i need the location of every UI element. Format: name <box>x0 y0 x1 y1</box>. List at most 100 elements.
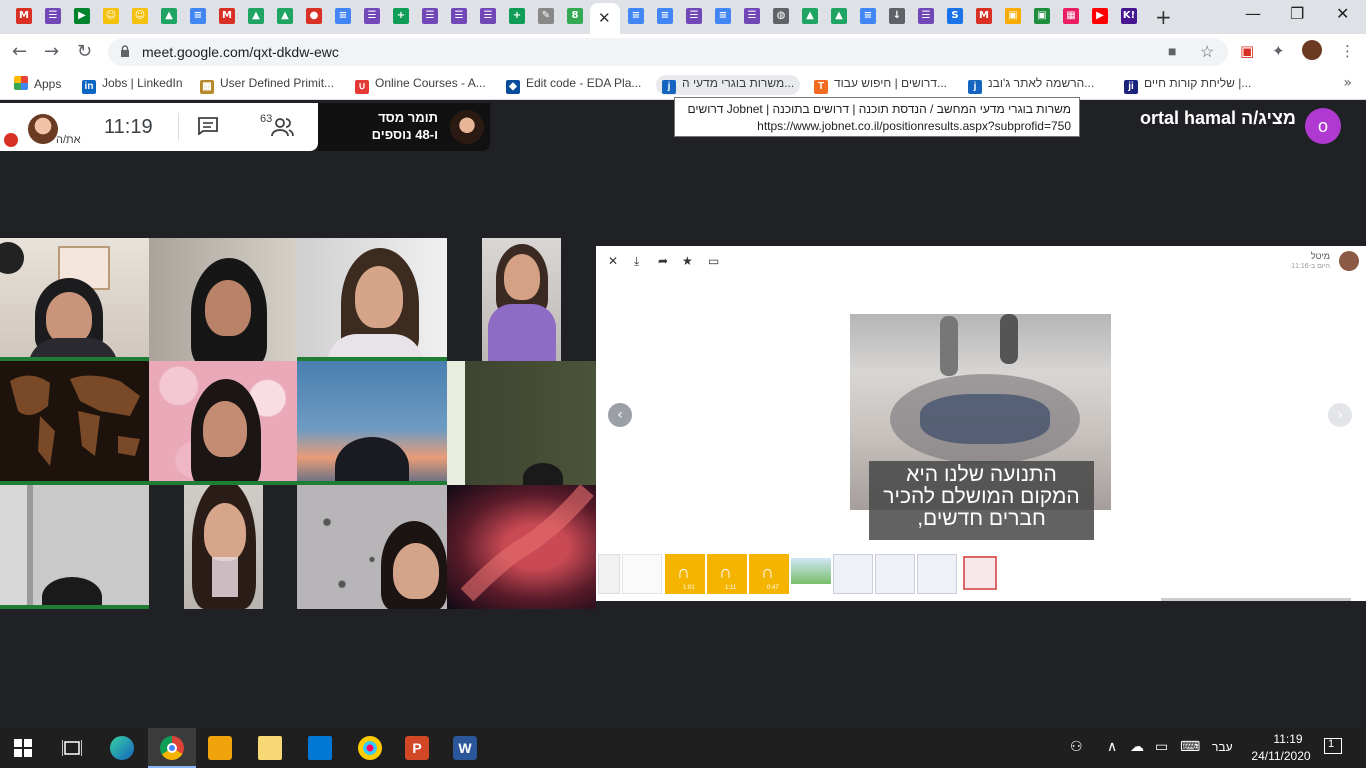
close-tab-icon[interactable]: ✕ <box>598 9 611 27</box>
people-icon[interactable] <box>270 117 294 137</box>
participant-video[interactable] <box>297 361 447 485</box>
drive-icon[interactable]: ▲ <box>831 8 847 24</box>
participant-video[interactable] <box>447 361 596 485</box>
sheets-icon[interactable]: + <box>393 8 409 24</box>
notifications-icon[interactable]: 1 <box>1324 738 1342 754</box>
participant-video[interactable] <box>149 485 297 609</box>
sheets-icon[interactable]: + <box>509 8 525 24</box>
participant-video[interactable] <box>447 238 596 361</box>
chat-icon[interactable] <box>198 117 218 135</box>
bookmark-user-defined[interactable]: ▦ User Defined Primit... <box>200 76 334 94</box>
gmail-icon[interactable]: M <box>16 8 32 24</box>
forms-icon[interactable]: ☰ <box>918 8 934 24</box>
chrome-taskbar-button[interactable] <box>148 728 196 768</box>
previous-arrow-icon[interactable]: ‹ <box>608 403 632 427</box>
emoji-icon[interactable]: ☺ <box>132 8 148 24</box>
back-button[interactable]: ← <box>12 41 27 62</box>
drive-icon[interactable]: ▲ <box>277 8 293 24</box>
bookmark-eda[interactable]: ◆ Edit code - EDA Pla... <box>506 76 641 94</box>
profile-avatar[interactable] <box>1302 40 1322 60</box>
counter-icon[interactable]: 8 <box>567 8 583 24</box>
mail-icon[interactable] <box>308 736 332 760</box>
forward-button[interactable]: → <box>44 41 59 62</box>
restore-icon[interactable]: ❐ <box>1290 4 1304 23</box>
bookmark-jobnet-register[interactable]: j הרשמה לאתר ג'ובנ... <box>968 76 1094 94</box>
bookmark-star-icon[interactable]: ☆ <box>1200 42 1214 62</box>
star-icon[interactable]: ★ <box>682 254 693 268</box>
notepad-icon[interactable]: ✎ <box>538 8 554 24</box>
taskbar-clock[interactable]: 11:19 <box>1258 732 1318 746</box>
audio-thumb[interactable]: ∩ 0:47 <box>749 554 789 594</box>
landscape-thumb[interactable] <box>791 558 831 584</box>
docs-icon[interactable]: ≡ <box>628 8 644 24</box>
bookmark-cv[interactable]: ji שליחת קורות חיים |... <box>1124 76 1251 94</box>
youtube-icon[interactable]: ▶ <box>1092 8 1108 24</box>
scrollbar[interactable] <box>1161 598 1351 601</box>
participant-video[interactable] <box>149 238 297 361</box>
participant-video[interactable] <box>297 238 447 361</box>
photo-icon[interactable]: ▦ <box>1063 8 1079 24</box>
bookmark-linkedin[interactable]: in Jobs | LinkedIn <box>82 76 183 94</box>
comment-icon[interactable]: ▭ <box>708 254 719 268</box>
bookmarks-overflow-icon[interactable]: » <box>1343 75 1352 91</box>
language-indicator[interactable]: עבר <box>1212 740 1233 754</box>
audio-thumb[interactable]: ∩ 1:01 <box>665 554 705 594</box>
taskbar-date[interactable]: 24/11/2020 <box>1246 749 1316 763</box>
edge-icon[interactable] <box>110 736 134 760</box>
bookmark-online-courses[interactable]: ∪ Online Courses - A... <box>355 76 486 94</box>
bookmark-apps[interactable]: Apps <box>14 76 61 91</box>
classroom-icon[interactable]: ▣ <box>1005 8 1021 24</box>
bookmark-drushim[interactable]: T דרושים | חיפוש עבוד... <box>814 76 947 94</box>
certificate-thumb[interactable] <box>963 556 997 590</box>
doc-thumb[interactable] <box>622 554 662 594</box>
reload-button[interactable]: ↻ <box>77 41 92 62</box>
docs-icon[interactable]: ≡ <box>715 8 731 24</box>
active-tab[interactable]: ✕ <box>590 3 620 34</box>
screenshot-thumb[interactable] <box>833 554 873 594</box>
screenshot-thumb[interactable] <box>875 554 915 594</box>
minimize-icon[interactable]: — <box>1245 4 1261 23</box>
forms-icon[interactable]: ☰ <box>422 8 438 24</box>
onedrive-icon[interactable]: ☁ <box>1130 739 1144 755</box>
gmail-icon[interactable]: M <box>219 8 235 24</box>
new-tab-button[interactable]: + <box>1155 5 1172 29</box>
participant-video[interactable] <box>149 361 297 485</box>
camera-icon[interactable]: ■ <box>1168 43 1176 59</box>
meet-icon[interactable]: ▶ <box>74 8 90 24</box>
download-icon[interactable]: ↓ <box>889 8 905 24</box>
powerpoint-icon[interactable]: P <box>405 736 429 760</box>
record-icon[interactable]: ● <box>306 8 322 24</box>
drive-icon[interactable]: ▲ <box>802 8 818 24</box>
share-icon[interactable]: ➦ <box>658 254 668 268</box>
classroom-icon[interactable]: ▣ <box>1034 8 1050 24</box>
participant-video[interactable] <box>447 485 596 609</box>
next-arrow-icon[interactable]: › <box>1328 403 1352 427</box>
participant-video[interactable] <box>297 485 447 609</box>
forms-icon[interactable]: ☰ <box>480 8 496 24</box>
download-icon[interactable]: ⤓ <box>634 254 639 269</box>
docs-icon[interactable]: ≡ <box>335 8 351 24</box>
forms-icon[interactable]: ☰ <box>744 8 760 24</box>
extensions-puzzle-icon[interactable]: ✦ <box>1272 42 1285 60</box>
bookmark-jobnet[interactable]: j משרות בוגרי מדעי ה... <box>656 75 801 95</box>
gmail-icon[interactable]: M <box>976 8 992 24</box>
drive-icon[interactable]: ▲ <box>248 8 264 24</box>
forms-icon[interactable]: ☰ <box>451 8 467 24</box>
windows-start-icon[interactable] <box>14 739 32 757</box>
s-icon[interactable]: S <box>947 8 963 24</box>
forms-icon[interactable]: ☰ <box>686 8 702 24</box>
docs-icon[interactable]: ≡ <box>190 8 206 24</box>
keyboard-icon[interactable]: ⌨ <box>1180 739 1200 755</box>
docs-icon[interactable]: ≡ <box>657 8 673 24</box>
participant-video[interactable] <box>0 361 149 485</box>
address-bar[interactable]: meet.google.com/qxt-dkdw-ewc ■ ☆ <box>108 38 1228 66</box>
extension-icon[interactable]: ▣ <box>1240 42 1254 60</box>
store-icon[interactable] <box>208 736 232 760</box>
globe-icon[interactable]: ◍ <box>773 8 789 24</box>
menu-dots-icon[interactable]: ⋮ <box>1340 42 1355 60</box>
pinned-participant-chip[interactable]: תומר מסד ו-48 נוספים <box>318 103 490 151</box>
file-explorer-icon[interactable] <box>258 736 282 760</box>
close-icon[interactable]: ✕ <box>608 254 618 268</box>
kahoot-icon[interactable]: K! <box>1121 8 1137 24</box>
task-view-icon[interactable] <box>62 739 82 757</box>
